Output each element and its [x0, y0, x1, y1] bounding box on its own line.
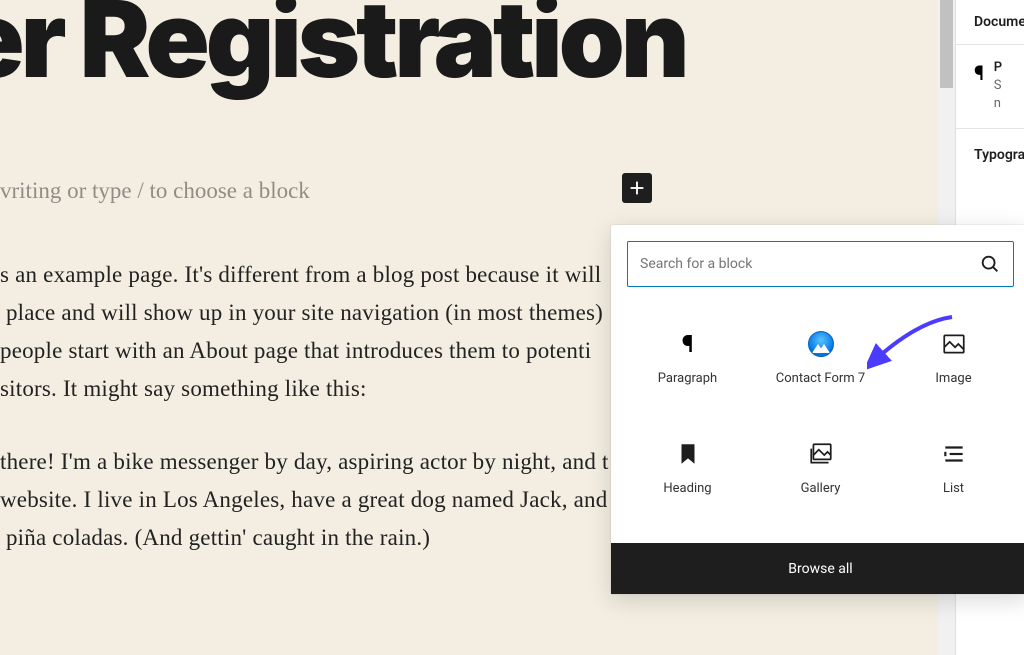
block-placeholder-prompt[interactable]: vriting or type / to choose a block	[0, 178, 310, 204]
block-inserter-popover: ¶ Paragraph Contact Form 7 Image Heading…	[611, 225, 1024, 594]
paragraph-block-1[interactable]: s an example page. It's different from a…	[0, 256, 603, 408]
block-item-list[interactable]: List	[887, 413, 1020, 523]
block-search-input[interactable]	[640, 256, 979, 272]
pilcrow-icon: ¶	[675, 331, 701, 357]
browse-all-label: Browse all	[788, 561, 852, 577]
add-block-button[interactable]	[622, 173, 652, 203]
pilcrow-icon: ¶	[974, 61, 984, 85]
block-item-gallery[interactable]: Gallery	[754, 413, 887, 523]
list-icon	[941, 441, 967, 467]
plus-icon	[626, 177, 648, 199]
block-item-paragraph[interactable]: ¶ Paragraph	[621, 303, 754, 413]
search-icon	[979, 253, 1001, 275]
image-icon	[941, 331, 967, 357]
vertical-scrollbar-thumb[interactable]	[940, 0, 953, 88]
block-label: Heading	[663, 481, 711, 496]
typography-panel-header[interactable]: Typogra	[956, 129, 1024, 163]
settings-tab-document[interactable]: Docume	[974, 14, 1024, 30]
bookmark-icon	[675, 441, 701, 467]
page-title[interactable]: ser Registration	[0, 0, 686, 92]
block-settings-panel[interactable]: ¶ P S n	[956, 45, 1024, 129]
paragraph-block-2[interactable]: there! I'm a bike messenger by day, aspi…	[0, 443, 609, 557]
block-settings-meta: P S n	[994, 59, 1002, 114]
block-label: Image	[935, 371, 971, 386]
block-label: Paragraph	[658, 371, 717, 386]
block-label: Contact Form 7	[776, 371, 865, 386]
contact-form-7-icon	[808, 331, 834, 357]
block-item-heading[interactable]: Heading	[621, 413, 754, 523]
block-item-image[interactable]: Image	[887, 303, 1020, 413]
block-search-field[interactable]	[627, 241, 1014, 287]
browse-all-button[interactable]: Browse all	[611, 543, 1024, 594]
block-item-contact-form-7[interactable]: Contact Form 7	[754, 303, 887, 413]
block-grid: ¶ Paragraph Contact Form 7 Image Heading…	[611, 303, 1024, 523]
block-label: List	[943, 481, 964, 496]
gallery-icon	[808, 441, 834, 467]
block-label: Gallery	[801, 481, 841, 496]
